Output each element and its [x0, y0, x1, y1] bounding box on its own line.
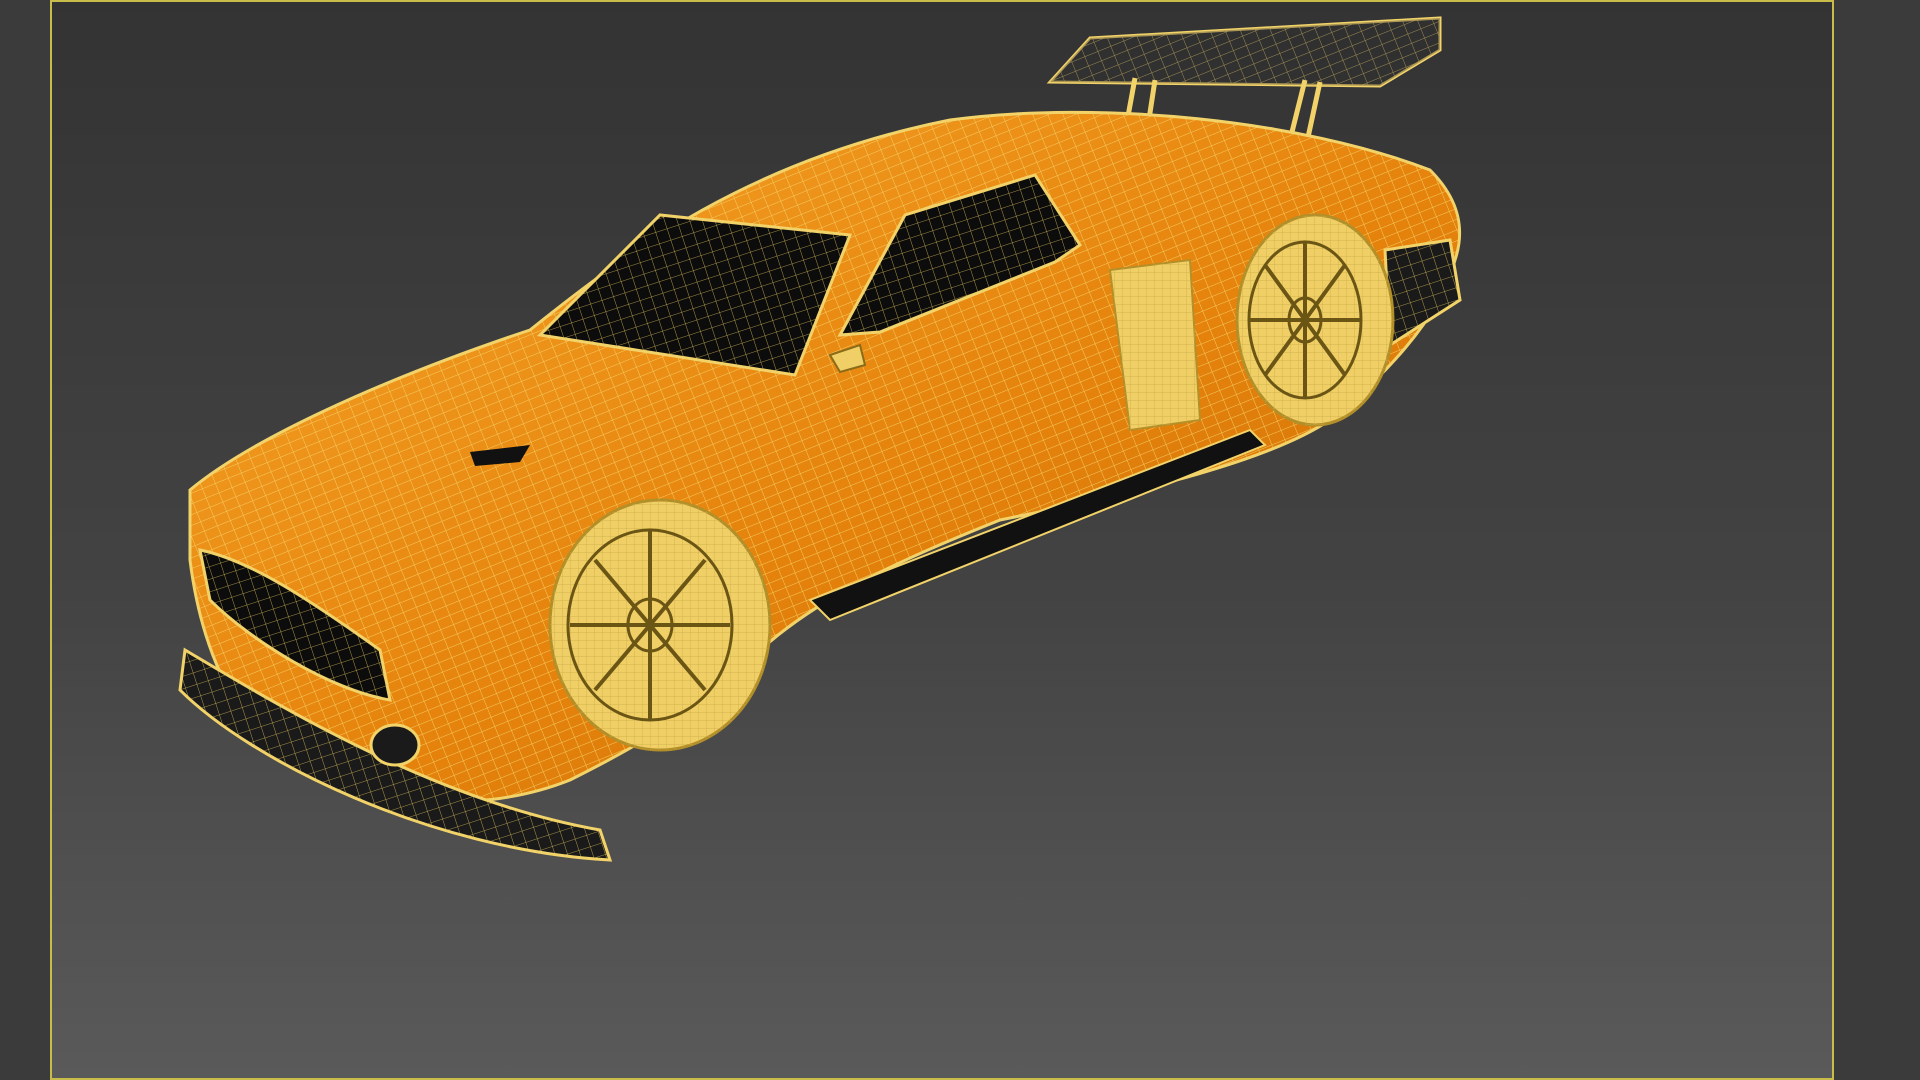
perspective-viewport[interactable]	[50, 0, 1834, 1080]
left-panel	[0, 0, 50, 1080]
rear-wheel	[1235, 213, 1395, 427]
car-wireframe-render	[178, 16, 1462, 862]
front-wheel	[548, 498, 772, 752]
right-panel	[1834, 0, 1920, 1080]
rear-diffuser	[1383, 238, 1462, 348]
3d-editor-window	[0, 0, 1920, 1080]
